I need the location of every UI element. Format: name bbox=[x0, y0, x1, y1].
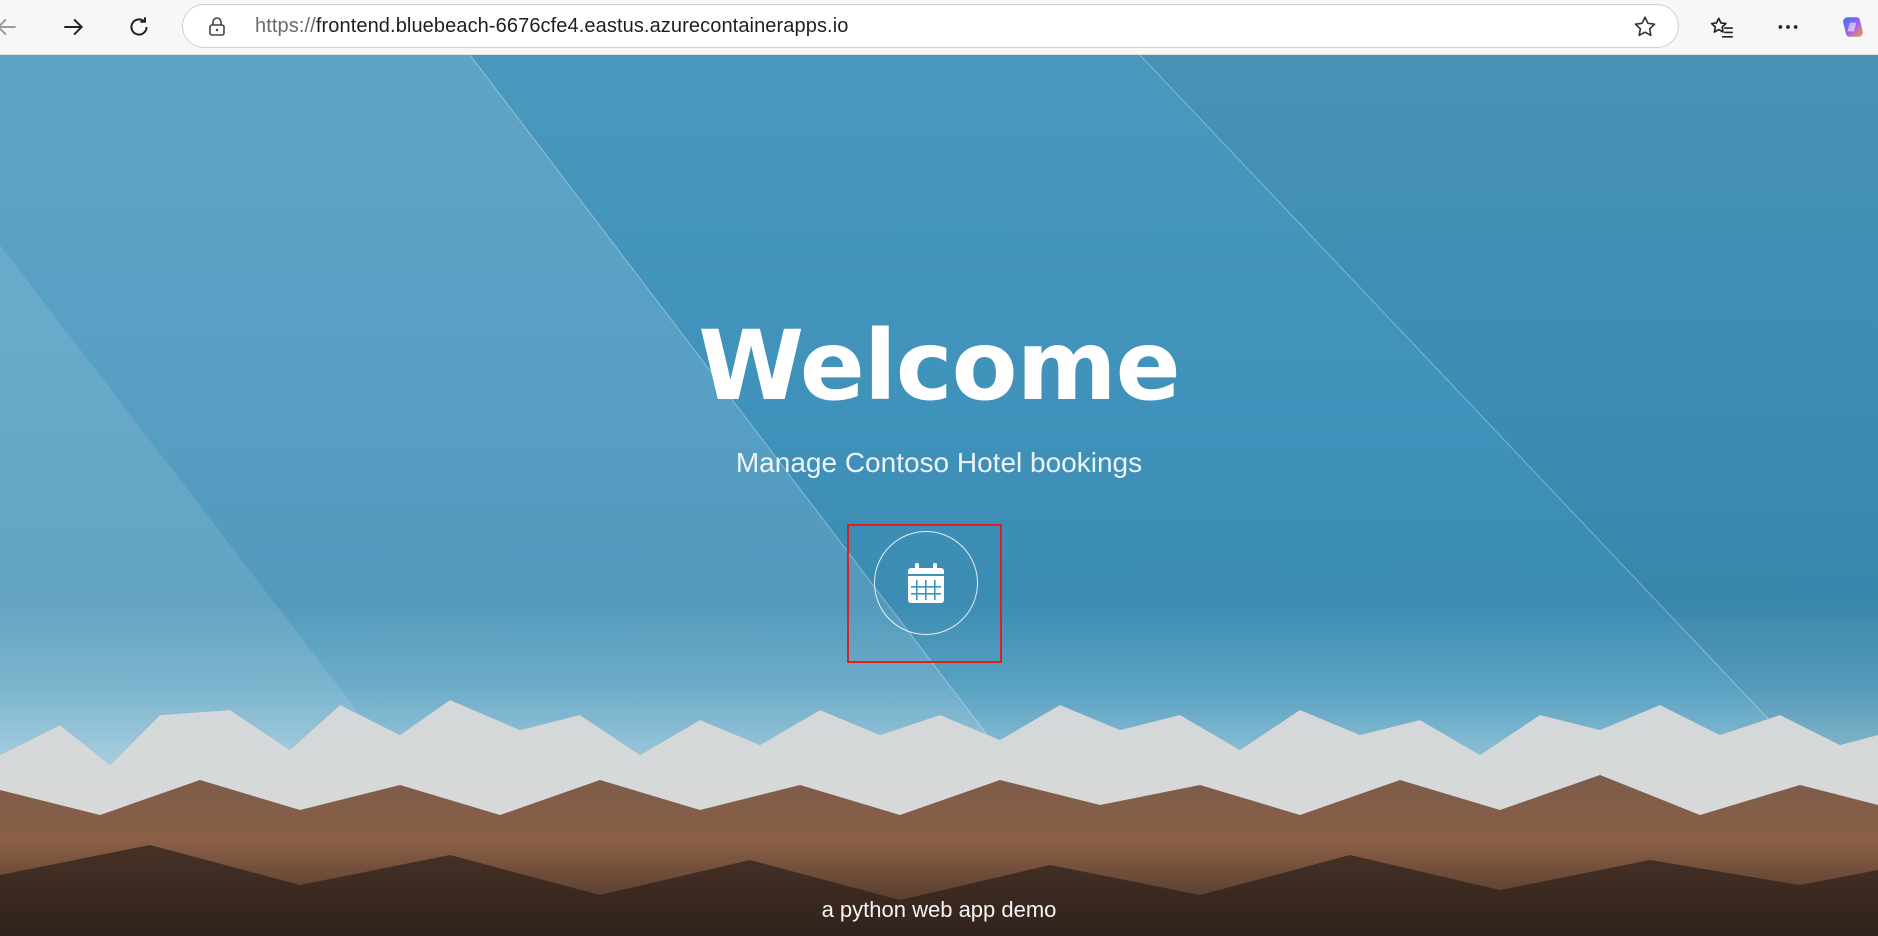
address-bar[interactable]: https://frontend.bluebeach-6676cfe4.east… bbox=[182, 4, 1679, 48]
lock-icon[interactable] bbox=[205, 15, 229, 39]
welcome-page: Welcome Manage Contoso Hotel bookings a … bbox=[0, 55, 1878, 936]
browser-toolbar: https://frontend.bluebeach-6676cfe4.east… bbox=[0, 0, 1878, 55]
forward-arrow-icon bbox=[64, 18, 84, 36]
copilot-button[interactable] bbox=[1834, 8, 1872, 46]
page-title: Welcome bbox=[698, 310, 1180, 422]
favorites-button[interactable] bbox=[1703, 8, 1741, 46]
back-button[interactable] bbox=[0, 8, 26, 46]
more-menu-button[interactable] bbox=[1769, 8, 1807, 46]
url-host: frontend.bluebeach-6676cfe4.eastus.azure… bbox=[315, 15, 849, 37]
url-scheme: https:// bbox=[255, 15, 316, 37]
favorites-list-icon bbox=[1710, 17, 1733, 38]
favorite-star-icon[interactable] bbox=[1632, 14, 1658, 40]
refresh-button[interactable] bbox=[120, 8, 158, 46]
more-menu-icon bbox=[1778, 25, 1798, 29]
refresh-icon bbox=[130, 17, 148, 36]
bookings-calendar-button[interactable] bbox=[874, 531, 978, 635]
page-subtitle: Manage Contoso Hotel bookings bbox=[735, 447, 1143, 478]
copilot-icon bbox=[1843, 17, 1863, 37]
url-text[interactable]: https://frontend.bluebeach-6676cfe4.east… bbox=[255, 15, 848, 38]
footer-text: a python web app demo bbox=[821, 897, 1057, 922]
back-arrow-icon bbox=[0, 18, 16, 36]
forward-button[interactable] bbox=[54, 8, 92, 46]
calendar-icon bbox=[908, 563, 944, 603]
